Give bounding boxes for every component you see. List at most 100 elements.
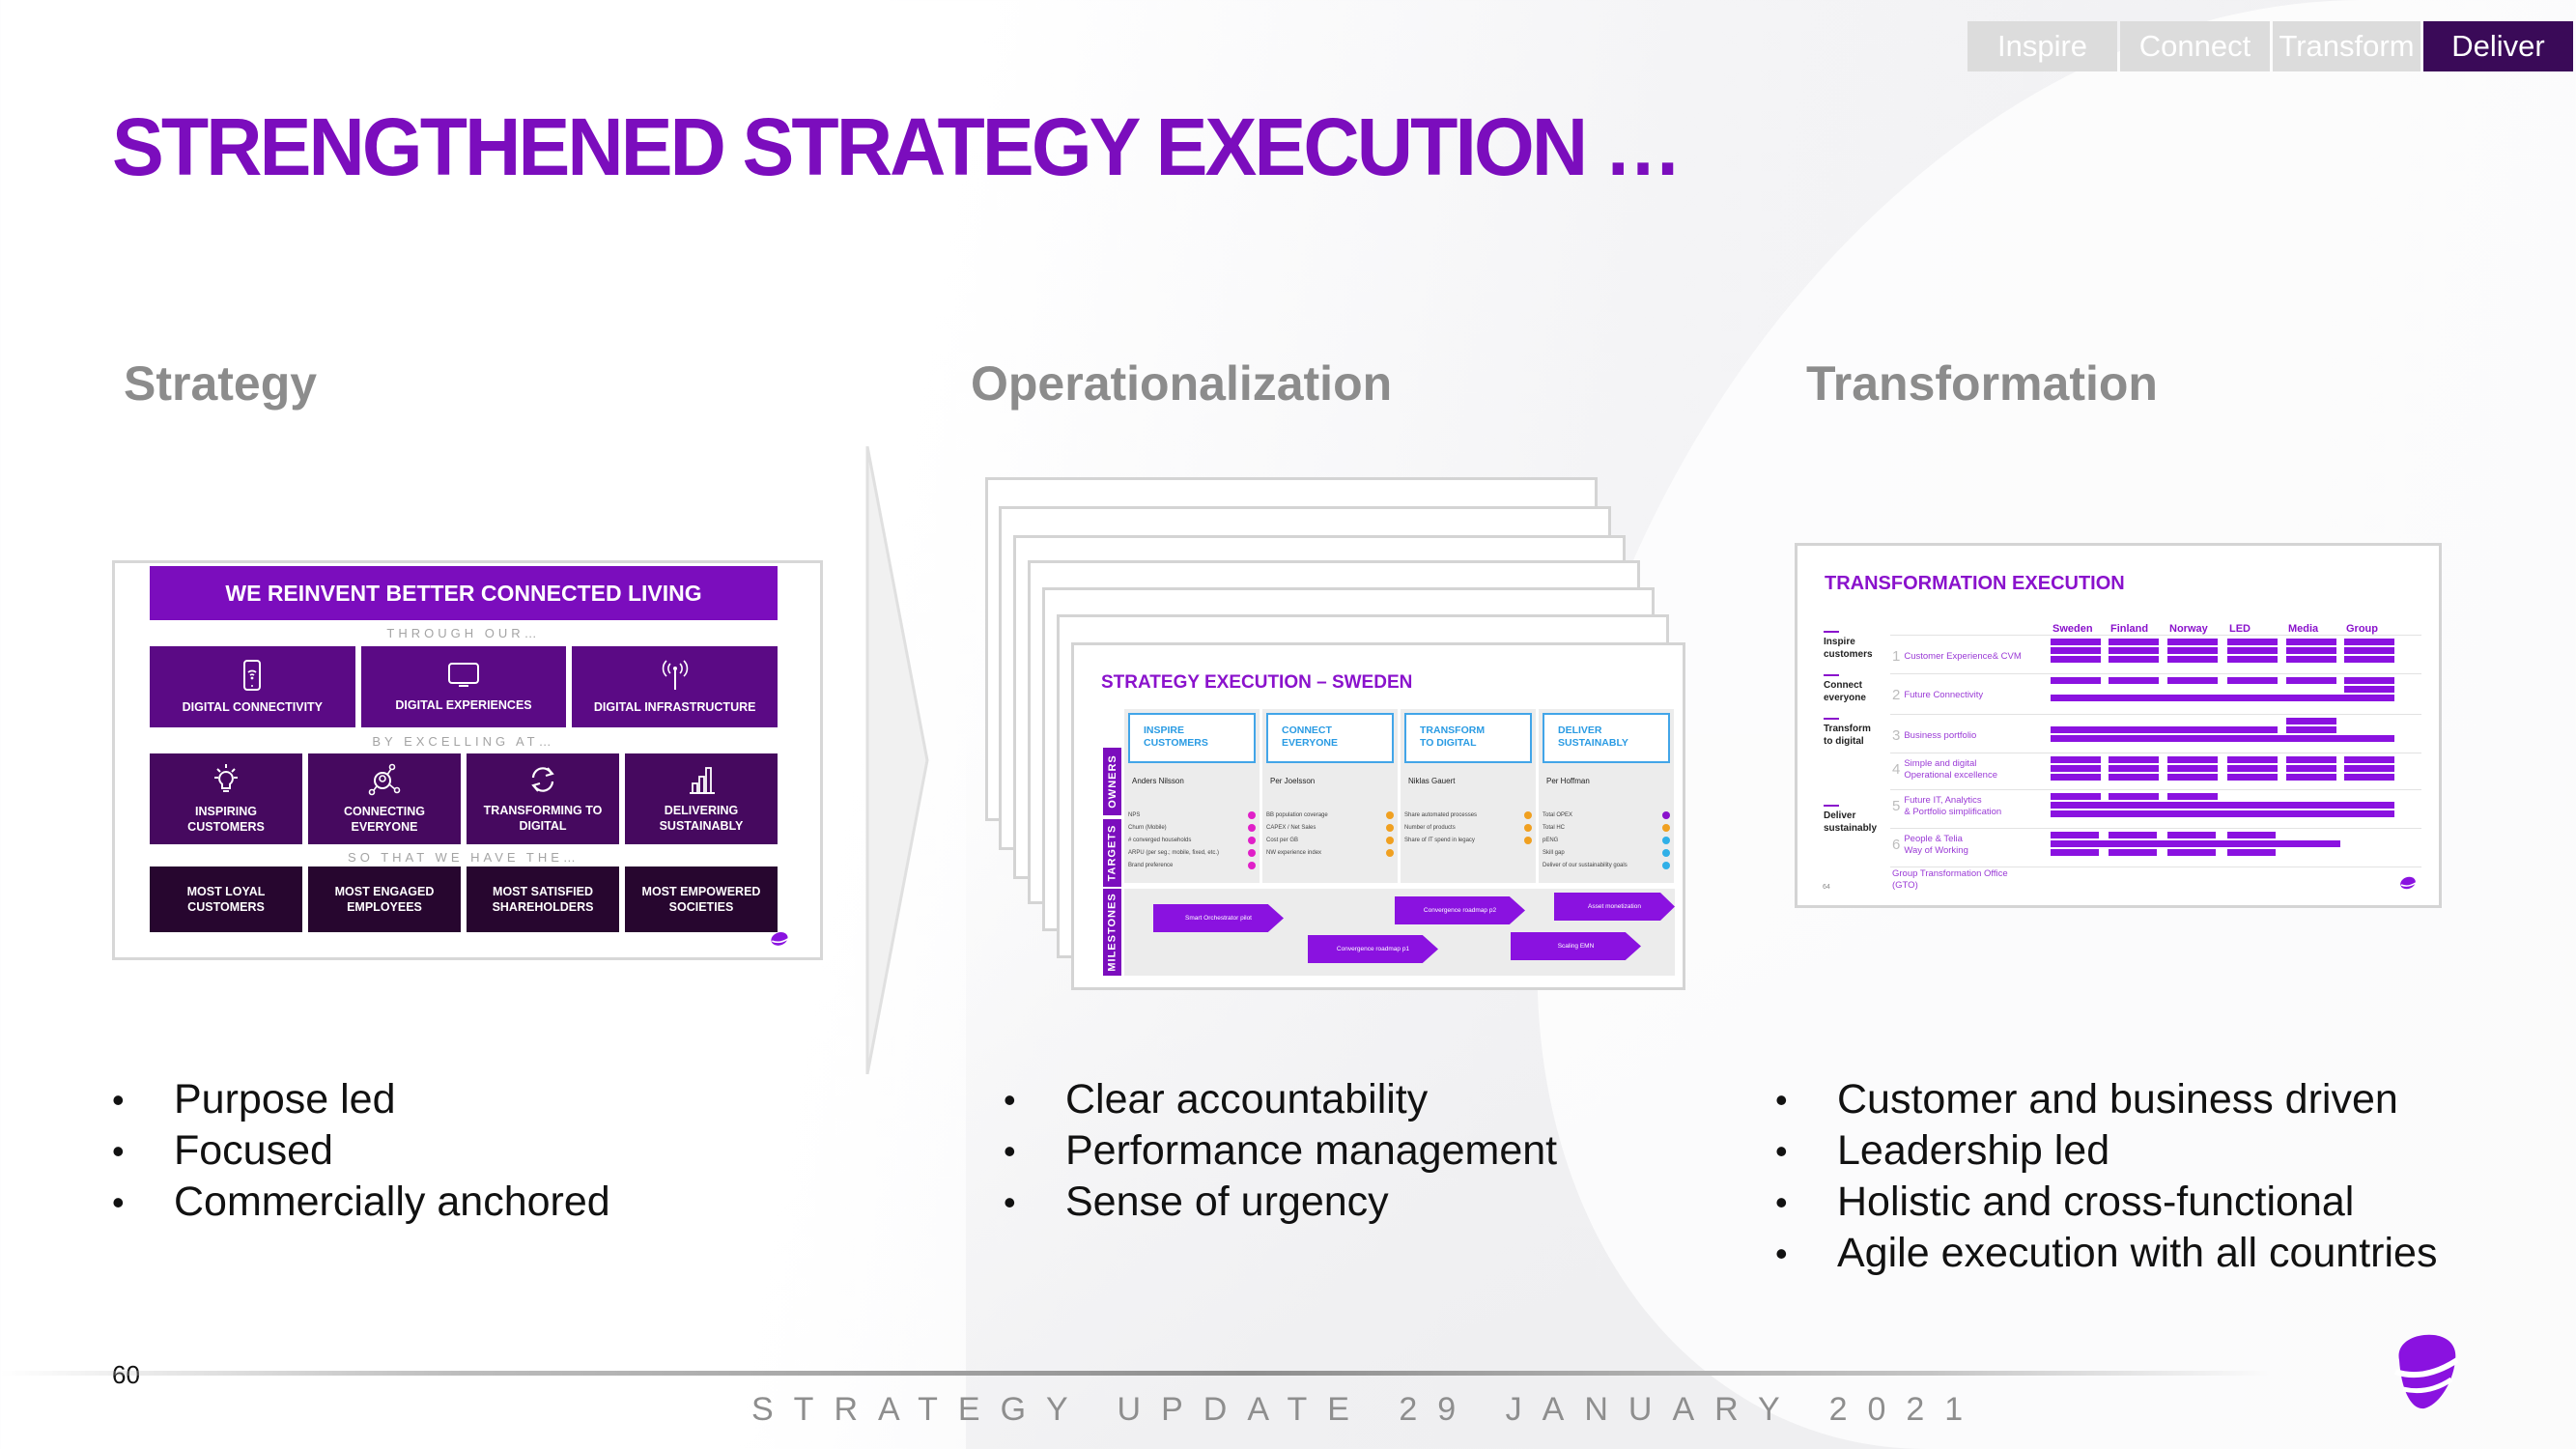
op-pillar-header: CONNECT EVERYONE — [1266, 713, 1394, 763]
op-target-row: Cost per GB — [1266, 837, 1394, 844]
tr-bar — [2227, 832, 2276, 838]
op-target-row: NW experience index — [1266, 849, 1394, 857]
tr-bar — [2167, 639, 2218, 645]
tab-inspire[interactable]: Inspire — [1967, 21, 2117, 71]
op-target-row: Deliver of our sustainability goals — [1543, 862, 1670, 869]
tr-bar — [2109, 647, 2159, 654]
tr-bar — [2344, 765, 2394, 772]
status-dot-icon — [1386, 811, 1394, 819]
tr-workstream-label: Business portfolio — [1904, 730, 1977, 742]
tr-bar — [2167, 832, 2216, 838]
tab-deliver[interactable]: Deliver — [2423, 21, 2573, 71]
tr-workstream-number: 1 — [1892, 648, 1901, 665]
tr-pillar-group: Connect everyone — [1824, 674, 1866, 704]
tr-workstream-number: 5 — [1892, 797, 1901, 814]
op-target-label: Total OPEX — [1543, 812, 1573, 818]
chevron-arrow-icon — [865, 446, 929, 1074]
tr-bar — [2109, 656, 2159, 663]
tr-bar — [2227, 647, 2278, 654]
strategy-cell-connecting-everyone: CONNECTING EVERYONE — [308, 753, 461, 844]
op-target-row: Brand preference — [1128, 862, 1256, 869]
targets-label: TARGETS — [1103, 819, 1121, 887]
tr-bar — [2051, 774, 2101, 781]
strategy-cell-label: MOST EMPOWERED — [641, 884, 761, 898]
strategy-cell-label: CUSTOMERS — [187, 820, 265, 834]
op-pillar-header: INSPIRE CUSTOMERS — [1128, 713, 1256, 763]
op-target-row: Share automated processes — [1404, 811, 1532, 819]
op-pillar-header-line: SUSTAINABLY — [1558, 736, 1628, 749]
tr-bar — [2109, 765, 2159, 772]
tr-group-line: Inspire — [1824, 637, 1855, 647]
refresh-icon — [531, 767, 554, 792]
telia-logo-icon — [2400, 876, 2417, 890]
network-person-icon — [368, 763, 401, 796]
op-target-label: NW experience index — [1266, 850, 1322, 856]
tr-slide-page-number: 64 — [1823, 884, 1830, 891]
section-heading-strategy: Strategy — [124, 356, 318, 411]
op-target-row: Total HC — [1543, 824, 1670, 832]
tr-workstream-number: 6 — [1892, 836, 1901, 853]
tr-bar — [2227, 656, 2278, 663]
tr-workstream-number: 2 — [1892, 687, 1901, 703]
tr-bar — [2286, 765, 2336, 772]
status-dot-icon — [1248, 849, 1256, 857]
status-dot-icon — [1386, 837, 1394, 844]
status-dot-icon — [1248, 811, 1256, 819]
tr-bar — [2051, 647, 2101, 654]
strategy-cell-label: DELIVERING — [664, 803, 739, 817]
tab-connect[interactable]: Connect — [2120, 21, 2270, 71]
tr-bar — [2286, 677, 2336, 684]
tr-workstream-label: Simple and digital — [1904, 758, 1977, 769]
tr-bar — [2344, 677, 2394, 684]
status-dot-icon — [1662, 824, 1670, 832]
owners-label: OWNERS — [1103, 748, 1121, 815]
section-heading-operationalization: Operationalization — [971, 356, 1393, 411]
strategy-cell-label: SOCIETIES — [668, 900, 734, 914]
tr-bar — [2109, 639, 2159, 645]
op-pillar-header-line: TO DIGITAL — [1420, 736, 1477, 749]
tr-workstream: 5 Future IT, Analytics & Portfolio simplif… — [1892, 795, 2001, 818]
op-target-label: Total HC — [1543, 825, 1566, 831]
tr-group-line: to digital — [1824, 735, 1864, 747]
op-owner-name: Per Joelsson — [1270, 777, 1316, 785]
op-target-label: CAPEX / Net Sales — [1266, 825, 1316, 831]
strategy-sub-so-that: SO THAT WE HAVE THE… — [348, 850, 580, 865]
milestone: Convergence roadmap p1 — [1308, 935, 1438, 963]
tr-workstream: 2 Future Connectivity — [1892, 687, 1983, 705]
tr-bar — [2286, 656, 2336, 663]
tr-bar — [2051, 802, 2394, 809]
tr-workstream-number: 3 — [1892, 727, 1901, 744]
strategy-cell-label: DIGITAL EXPERIENCES — [395, 697, 532, 712]
tr-bar — [2286, 756, 2336, 763]
tr-bar — [2167, 756, 2218, 763]
tr-bar — [2286, 718, 2336, 724]
telia-logo-icon — [2394, 1334, 2459, 1409]
op-owner-name: Per Hoffman — [1546, 777, 1590, 785]
op-slide-title: STRATEGY EXECUTION – SWEDEN — [1101, 672, 1413, 693]
tr-workstream-number: 4 — [1892, 760, 1901, 778]
status-dot-icon — [1662, 837, 1670, 844]
tr-bar — [2051, 832, 2099, 838]
strategy-cell-label: EMPLOYEES — [347, 900, 422, 914]
op-target-label: Number of products — [1404, 825, 1456, 831]
op-target-row: # converged households — [1128, 837, 1256, 844]
status-dot-icon — [1662, 811, 1670, 819]
op-pillar-header: DELIVER SUSTAINABLY — [1543, 713, 1670, 763]
op-target-label: Cost per GB — [1266, 838, 1299, 843]
tr-group-line: customers — [1824, 648, 1873, 660]
op-target-label: Churn (Mobile) — [1128, 825, 1167, 831]
status-dot-icon — [1386, 824, 1394, 832]
strategy-bullets: Purpose led Focused Commercially anchore… — [112, 1074, 610, 1228]
tr-gto-label: Group Transformation Office (GTO) — [1892, 868, 2008, 892]
tr-row-divider — [1890, 714, 2421, 715]
tr-bar — [2227, 756, 2278, 763]
operationalization-bullets: Clear accountability Performance managem… — [1004, 1074, 1557, 1228]
strategy-cell-digital-infrastructure: DIGITAL INFRASTRUCTURE — [572, 646, 778, 727]
tr-bar — [2167, 793, 2218, 800]
tr-bar — [2227, 677, 2278, 684]
strategy-cell-label: CONNECTING — [343, 804, 426, 818]
tab-transform[interactable]: Transform — [2273, 21, 2420, 71]
op-target-label: ARPU (per seg.; mobile, fixed, etc.) — [1128, 850, 1220, 856]
bullet-item: Commercially anchored — [112, 1177, 610, 1228]
milestone: Smart Orchestrator pilot — [1153, 904, 1284, 932]
